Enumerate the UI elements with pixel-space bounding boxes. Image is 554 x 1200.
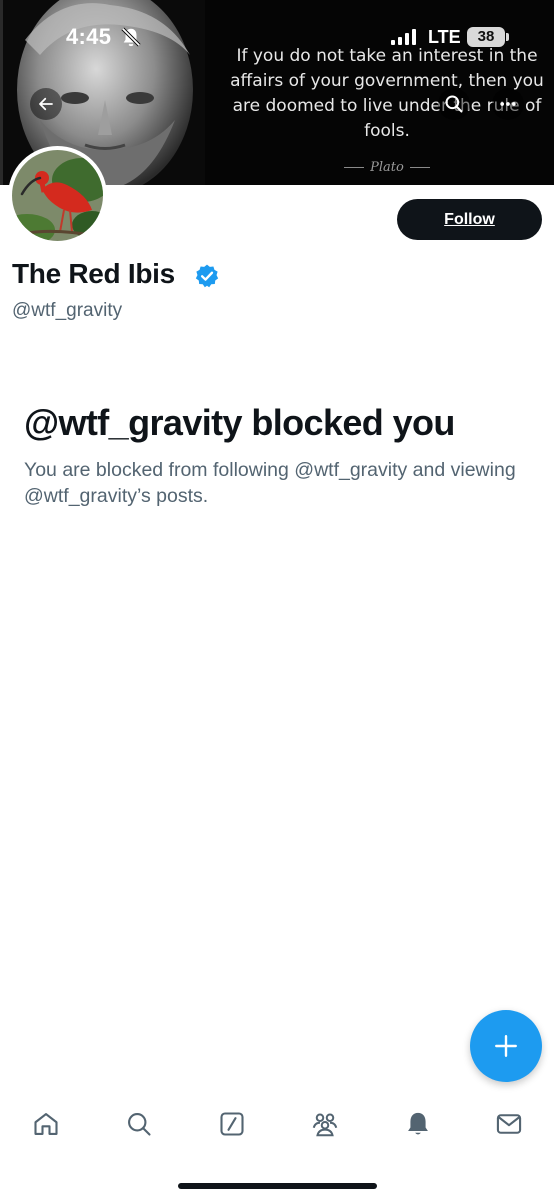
search-button[interactable] xyxy=(438,88,470,120)
cellular-signal-icon xyxy=(391,29,416,45)
home-indicator xyxy=(178,1183,377,1189)
blocked-description: You are blocked from following @wtf_grav… xyxy=(24,459,516,507)
search-icon xyxy=(128,1113,151,1136)
follow-button[interactable]: Follow xyxy=(397,199,542,240)
battery-icon: 38 xyxy=(467,27,505,47)
more-dots-icon xyxy=(500,102,516,106)
battery-tip xyxy=(506,33,509,41)
network-type: LTE xyxy=(428,27,461,47)
nav-grok[interactable] xyxy=(216,1108,248,1140)
profile-display-name: The Red Ibis xyxy=(12,258,175,289)
nav-communities[interactable] xyxy=(309,1108,341,1140)
grok-icon xyxy=(220,1112,244,1136)
status-time: 4:45 xyxy=(66,24,112,49)
more-button[interactable] xyxy=(492,88,524,120)
banner-quote-author: Plato xyxy=(228,160,546,175)
nav-search[interactable] xyxy=(123,1108,155,1140)
avatar[interactable] xyxy=(8,146,107,245)
communities-icon xyxy=(312,1113,338,1137)
author-name: Plato xyxy=(370,160,404,175)
plus-icon xyxy=(495,1035,517,1057)
profile-handle: @wtf_gravity xyxy=(12,300,123,321)
messages-envelope-icon xyxy=(496,1114,522,1134)
bottom-navigation xyxy=(0,1098,554,1150)
notifications-bell-icon xyxy=(408,1112,428,1135)
back-button[interactable] xyxy=(30,88,62,120)
red-ibis-avatar-image xyxy=(12,150,103,241)
nav-notifications[interactable] xyxy=(402,1108,434,1140)
home-icon xyxy=(34,1113,58,1135)
blocked-title: @wtf_gravity blocked you xyxy=(24,402,455,443)
nav-messages[interactable] xyxy=(493,1108,525,1140)
compose-post-button[interactable] xyxy=(470,1010,542,1082)
arrow-left-icon xyxy=(39,97,53,111)
bell-muted-icon xyxy=(121,27,141,47)
nav-home[interactable] xyxy=(30,1108,62,1140)
search-icon xyxy=(445,95,463,113)
verified-badge-icon xyxy=(195,264,219,288)
